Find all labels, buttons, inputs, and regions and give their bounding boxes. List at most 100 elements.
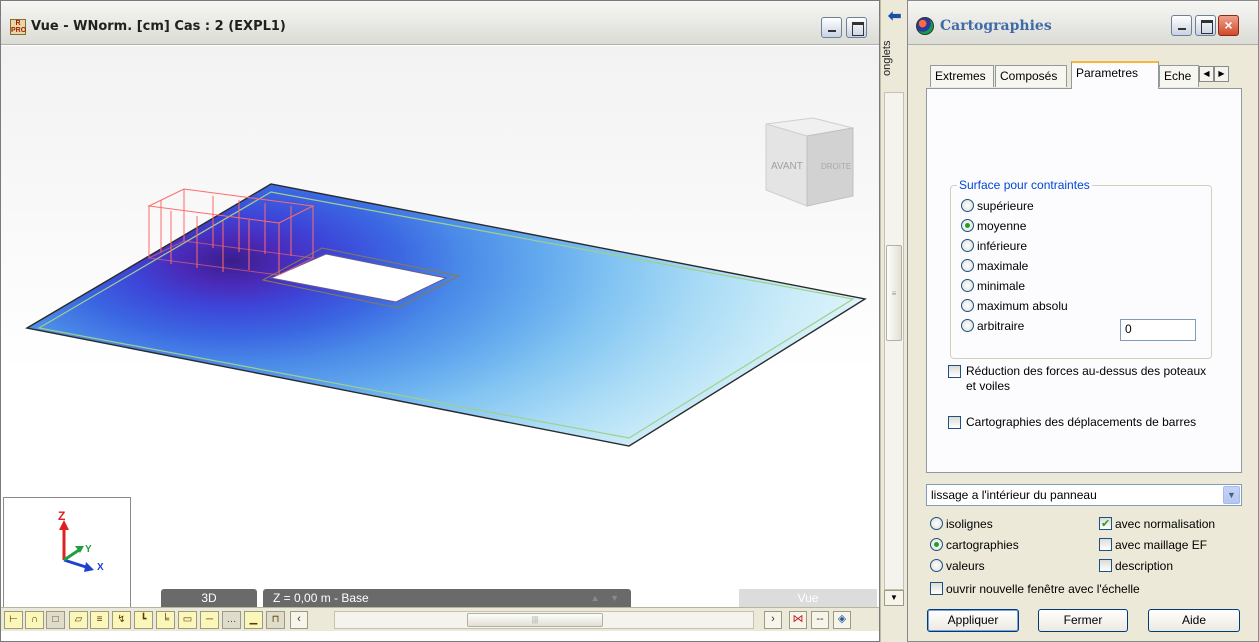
arbitrary-value-input[interactable]: 0	[1120, 319, 1196, 341]
radio-button-icon[interactable]	[961, 239, 974, 252]
checkbox-icon[interactable]	[948, 416, 961, 429]
vertical-scroll-thumb[interactable]: ≡	[886, 245, 902, 341]
radio-minimale[interactable]: minimale	[961, 278, 1025, 296]
line-display-icon[interactable]: ▁	[244, 611, 263, 629]
close-button[interactable]: ×	[1218, 15, 1239, 36]
bar-displacement-checkbox[interactable]: Cartographies des déplacements de barres	[948, 415, 1208, 449]
radio-button-icon[interactable]	[961, 259, 974, 272]
radio-label: cartographies	[946, 538, 1019, 552]
horizontal-scroll-thumb[interactable]: |||	[467, 613, 603, 627]
3d-viewport[interactable]: AVANT DROITE	[1, 46, 879, 591]
view-titlebar[interactable]: R PRO Vue - WNorm. [cm] Cas : 2 (EXPL1)	[1, 1, 879, 45]
tab-scroll-left-icon[interactable]: ◀	[1199, 66, 1214, 82]
checkbox-maillage[interactable]: avec maillage EF	[1099, 537, 1207, 555]
checkbox-label: avec normalisation	[1115, 517, 1216, 531]
tab-echelle[interactable]: Eche	[1159, 65, 1199, 87]
radio-label: arbitraire	[977, 319, 1025, 333]
work-plane-status[interactable]: Z = 0,00 m - Base ▲ ▼	[263, 589, 631, 607]
vertical-scrollbar[interactable]: ≡	[884, 92, 904, 590]
release-display-icon[interactable]: ⋈	[789, 611, 807, 629]
tab-scroll-right-icon[interactable]: ▶	[1214, 66, 1229, 82]
checkbox-new-window[interactable]: ouvrir nouvelle fenêtre avec l'échelle	[930, 581, 1170, 599]
minimize-button[interactable]	[1171, 15, 1192, 36]
bar-display-icon[interactable]: ⊓	[266, 611, 285, 629]
checkbox-icon[interactable]	[930, 582, 943, 595]
numbering-display-icon[interactable]: …	[222, 611, 241, 629]
maximize-button[interactable]	[846, 17, 867, 38]
checkbox-label: description	[1115, 559, 1174, 573]
view-mode-3d[interactable]: 3D	[161, 589, 257, 607]
tab-parametres[interactable]: Parametres	[1071, 61, 1159, 89]
view-reset-icon[interactable]: ◈	[833, 611, 851, 629]
radio-maximale[interactable]: maximale	[961, 258, 1028, 276]
checkbox-icon[interactable]	[1099, 516, 1112, 532]
radio-superieure[interactable]: supérieure	[961, 198, 1034, 216]
axis-x-label: X	[97, 562, 104, 573]
cartographies-titlebar[interactable]: Cartographies ×	[908, 1, 1258, 45]
radio-button-icon[interactable]	[961, 199, 974, 212]
node-display-icon[interactable]: ⊢	[4, 611, 23, 629]
finite-element-icon[interactable]: ▭	[178, 611, 197, 629]
radio-moyenne[interactable]: moyenne	[961, 218, 1026, 236]
radio-button-icon[interactable]	[930, 538, 943, 551]
tab-bar: Extremes Composés Parametres Eche ◀ ▶	[925, 57, 1241, 89]
maximize-button[interactable]	[1195, 15, 1216, 36]
view-menu-button[interactable]: Vue	[739, 589, 877, 607]
arrow-left-icon[interactable]: ⬅	[888, 6, 901, 26]
surface-display-icon[interactable]: ─	[200, 611, 219, 629]
plate-contour-map: AVANT DROITE	[25, 117, 867, 447]
radio-button-icon[interactable]	[961, 299, 974, 312]
close-dialog-button[interactable]: Fermer	[1038, 609, 1128, 632]
radio-button-icon[interactable]	[961, 219, 974, 232]
tab-scroll: ◀ ▶	[1199, 65, 1229, 82]
plate-surface	[25, 183, 867, 447]
radio-inferieure[interactable]: inférieure	[961, 238, 1027, 256]
radio-button-icon[interactable]	[930, 517, 943, 530]
horizontal-scrollbar[interactable]: |||	[334, 611, 754, 629]
tab-composes[interactable]: Composés	[995, 65, 1067, 87]
checkbox-icon[interactable]	[948, 365, 961, 378]
view-title: Vue - WNorm. [cm] Cas : 2 (EXPL1)	[31, 19, 286, 34]
reduction-checkbox[interactable]: Réduction des forces au-dessus des potea…	[948, 364, 1208, 398]
radio-label: minimale	[977, 279, 1026, 293]
radio-valeurs[interactable]: valeurs	[930, 558, 985, 576]
checkbox-label: avec maillage EF	[1115, 538, 1208, 552]
help-button[interactable]: Aide	[1148, 609, 1240, 632]
support-display-icon[interactable]: ∩	[25, 611, 44, 629]
radio-button-icon[interactable]	[961, 319, 974, 332]
checkbox-normalisation[interactable]: avec normalisation	[1099, 516, 1215, 534]
radio-label: inférieure	[977, 239, 1028, 253]
checkbox-icon[interactable]	[1099, 559, 1112, 572]
toolbar-scroll-left-icon[interactable]: ‹	[290, 611, 308, 629]
apply-button[interactable]: Appliquer	[927, 609, 1019, 632]
axis-z-label: Z	[58, 509, 65, 523]
work-plane-arrows-icon[interactable]: ▲ ▼	[591, 589, 623, 607]
radio-button-icon[interactable]	[961, 279, 974, 292]
radio-maximum-absolu[interactable]: maximum absolu	[961, 298, 1068, 316]
radio-cartographies[interactable]: cartographies	[930, 537, 1019, 555]
radio-label: supérieure	[977, 199, 1034, 213]
radio-isolignes[interactable]: isolignes	[930, 516, 993, 534]
onglets-strip: ⬅ onglets ≡ ▼	[880, 0, 906, 642]
work-plane-label: Z = 0,00 m - Base	[273, 591, 369, 605]
tab-extremes[interactable]: Extremes	[930, 65, 994, 87]
toolbar-scroll-right-icon[interactable]: ›	[764, 611, 782, 629]
load-display-icon[interactable]: ↯	[112, 611, 131, 629]
bar-displacement-label: Cartographies des déplacements de barres	[966, 415, 1197, 429]
cartographies-title: Cartographies	[940, 18, 1052, 34]
smoothing-select[interactable]: lissage a l'intérieur du panneau ▼	[926, 484, 1242, 506]
chevron-down-icon[interactable]: ▼	[1223, 486, 1240, 504]
checkbox-icon[interactable]	[1099, 538, 1112, 551]
checkbox-description[interactable]: description	[1099, 558, 1173, 576]
hatch-display-icon[interactable]: ≡	[90, 611, 109, 629]
dash-display-icon[interactable]: --	[811, 611, 829, 629]
onglets-tab[interactable]: onglets	[881, 30, 907, 86]
scroll-down-icon[interactable]: ▼	[884, 590, 904, 606]
radio-arbitraire[interactable]: arbitraire	[961, 318, 1024, 336]
minimize-button[interactable]	[821, 17, 842, 38]
panel-display-icon[interactable]: ▱	[69, 611, 88, 629]
section-display-icon[interactable]: □	[46, 611, 65, 629]
offset-display-icon[interactable]: ╘	[156, 611, 175, 629]
local-axes-icon[interactable]: ┗	[134, 611, 153, 629]
radio-button-icon[interactable]	[930, 559, 943, 572]
